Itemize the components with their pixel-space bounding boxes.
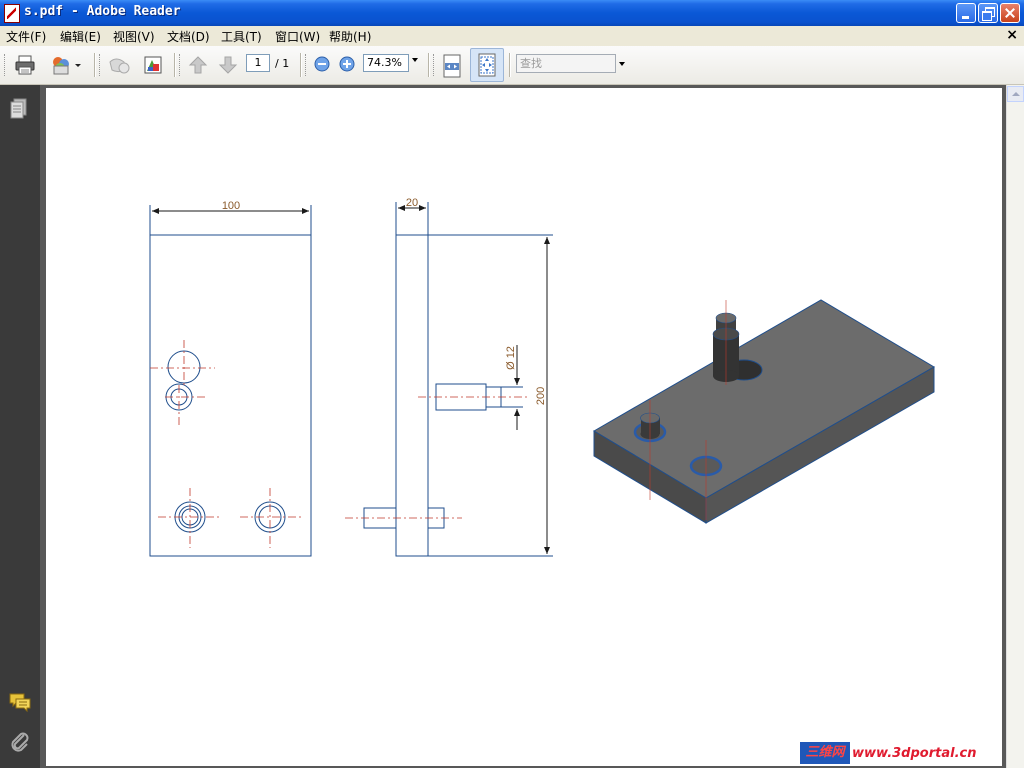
menu-bar: 文件(F) 编辑(E) 视图(V) 文档(D) 工具(T) 窗口(W) 帮助(H… [0,26,1024,47]
menu-help[interactable]: 帮助(H) [329,28,371,45]
isometric-view [593,299,935,524]
pdf-app-icon [4,4,20,23]
zoom-in-icon[interactable] [338,55,360,77]
comments-icon[interactable] [8,691,32,713]
zoom-out-icon[interactable] [313,55,335,77]
document-close-button[interactable]: × [1006,27,1018,43]
toolbar-grip[interactable] [99,54,103,76]
menu-view[interactable]: 视图(V) [113,28,155,45]
toolbar-grip[interactable] [179,54,183,76]
next-page-icon[interactable] [217,54,239,76]
front-centerlines [150,340,302,548]
dim-height-label: 200 [535,387,547,405]
zoom-level-input[interactable]: 74.3% [363,54,409,72]
menu-document[interactable]: 文档(D) [167,28,210,45]
menu-file[interactable]: 文件(F) [6,28,46,45]
front-view [149,205,312,557]
minimize-button[interactable] [956,3,976,23]
color-icon[interactable] [143,54,165,76]
menu-tools[interactable]: 工具(T) [221,28,262,45]
site-watermark: 三维网 www.3dportal.cn [800,742,1004,764]
email-icon[interactable] [50,54,81,76]
dim-width-label: 100 [222,200,240,212]
navigation-pane [0,85,40,768]
prev-page-icon[interactable] [187,54,209,76]
toolbar-grip[interactable] [433,54,437,76]
dim-thickness-label: 20 [406,197,418,209]
page-number-input[interactable]: 1 [246,54,270,72]
pages-icon[interactable] [9,97,29,121]
technical-drawing: 100 20 200 Ø 12 [149,197,935,557]
toolbar-separator [509,53,511,77]
window-title: s.pdf - Adobe Reader [24,4,181,19]
attachments-icon[interactable] [8,730,32,754]
title-bar[interactable]: s.pdf - Adobe Reader [0,0,1024,26]
watermark-url: www.3dportal.cn [852,746,977,761]
scroll-up-button[interactable] [1007,86,1024,102]
restore-button[interactable] [978,3,998,23]
toolbar [0,46,1024,85]
fit-page-button[interactable] [470,48,504,82]
side-centerlines [345,396,530,519]
menu-window[interactable]: 窗口(W) [275,28,320,45]
toolbar-grip[interactable] [4,54,8,76]
toolbar-grip[interactable] [305,54,309,76]
toolbar-separator [428,53,430,77]
search-input[interactable]: 查找 [516,54,616,73]
hand-icon[interactable] [106,54,130,76]
toolbar-separator [94,53,96,77]
watermark-logo: 三维网 [800,742,850,764]
dim-diameter-label: Ø 12 [505,346,517,370]
zoom-dropdown-arrow[interactable] [412,58,418,62]
vertical-scrollbar[interactable] [1006,85,1024,768]
toolbar-separator [174,53,176,77]
adobe-reader-window: s.pdf - Adobe Reader 文件(F) 编辑(E) 视图(V) 文… [0,0,1024,768]
menu-edit[interactable]: 编辑(E) [60,28,101,45]
fit-width-icon[interactable] [441,53,463,78]
search-dropdown-arrow[interactable] [619,62,625,66]
pdf-page[interactable]: 100 20 200 Ø 12 [46,88,1002,766]
close-button[interactable] [1000,3,1020,23]
toolbar-separator [300,53,302,77]
page-total-label: / 1 [275,57,290,70]
side-view [363,202,553,557]
print-icon[interactable] [14,54,36,76]
